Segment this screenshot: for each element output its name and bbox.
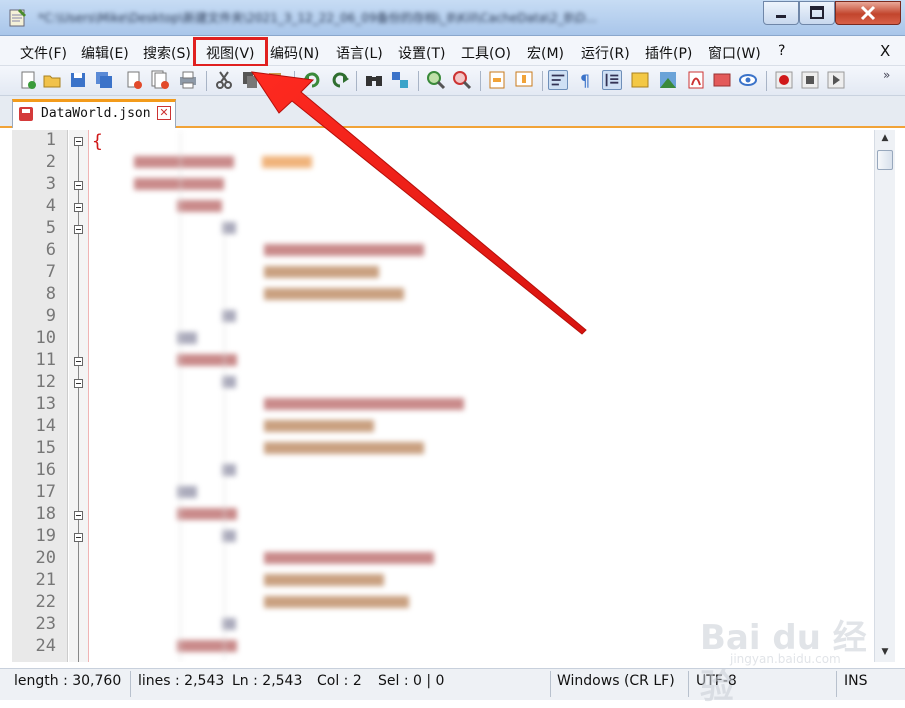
baidu-jingyan-watermark: Bai du 经验 jingyan.baidu.com (700, 600, 890, 707)
watermark-url: jingyan.baidu.com (730, 652, 841, 666)
annotation-arrow (250, 71, 587, 335)
